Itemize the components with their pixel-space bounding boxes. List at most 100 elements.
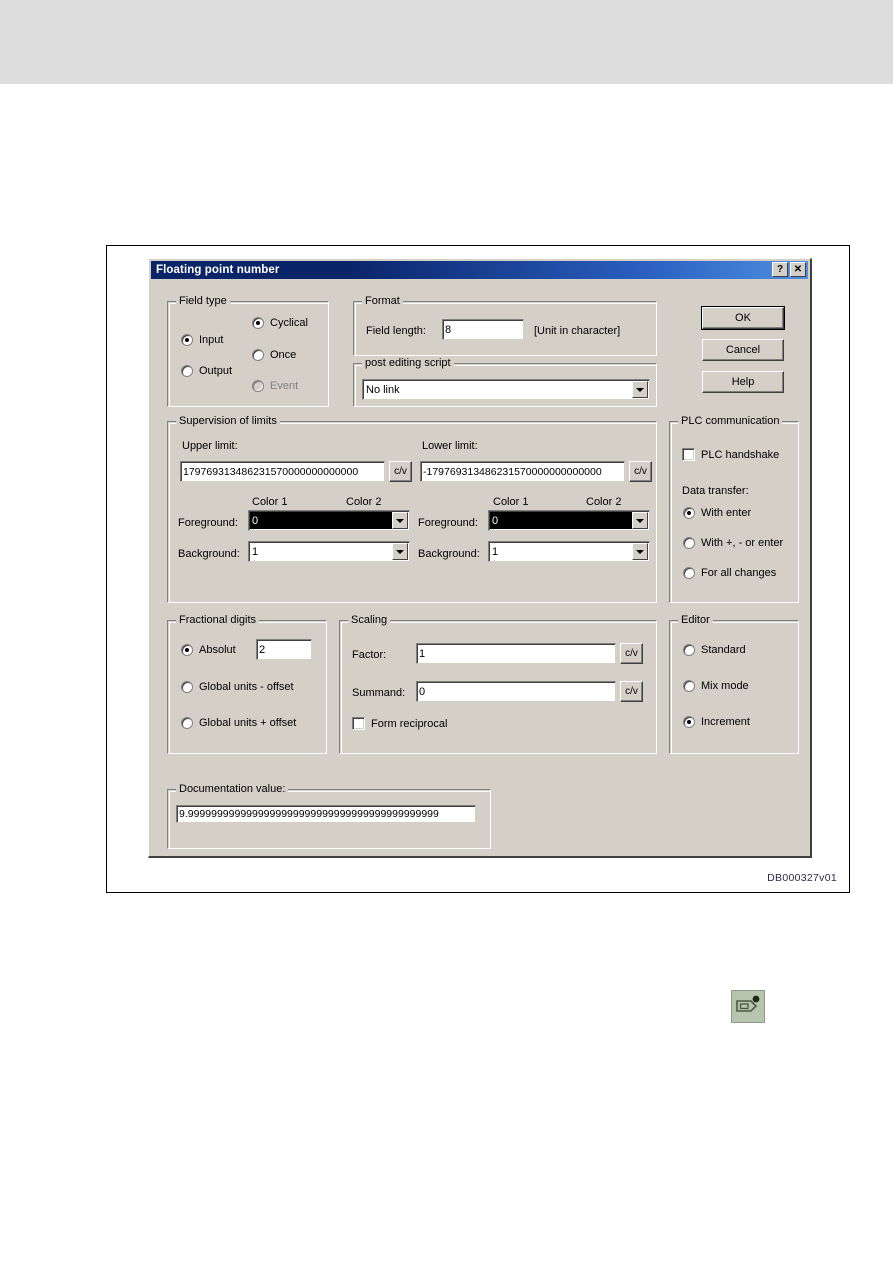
- upper-foreground-combo[interactable]: 0: [248, 510, 410, 531]
- radio-editor-standard[interactable]: Standard: [683, 644, 746, 656]
- format-group-title: Format: [362, 295, 403, 307]
- cancel-button[interactable]: Cancel: [702, 339, 784, 361]
- chevron-down-icon[interactable]: [632, 381, 648, 398]
- editor-group-title: Editor: [678, 614, 713, 626]
- field-length-input[interactable]: 8: [442, 319, 524, 340]
- upper-color1-label: Color 1: [252, 496, 288, 508]
- chevron-down-icon[interactable]: [632, 512, 648, 529]
- radio-indicator: [181, 334, 193, 346]
- radio-indicator: [683, 567, 695, 579]
- lower-color2-label: Color 2: [586, 496, 622, 508]
- radio-field-type-input[interactable]: Input: [181, 334, 223, 346]
- upper-limit-input[interactable]: 179769313486231570000000000000: [180, 461, 385, 482]
- radio-mode-once[interactable]: Once: [252, 349, 296, 361]
- format-group: Format Field length: 8 [Unit in characte…: [353, 295, 657, 356]
- data-transfer-label: Data transfer:: [682, 485, 749, 497]
- editor-group: Editor Standard Mix mode Increment: [669, 614, 799, 754]
- radio-indicator: [181, 644, 193, 656]
- chevron-down-icon[interactable]: [392, 543, 408, 560]
- radio-label: Output: [199, 365, 233, 377]
- radio-mode-cyclical[interactable]: Cyclical: [252, 317, 308, 329]
- floating-point-number-dialog: Floating point number ? ✕ Field type Inp…: [148, 258, 812, 858]
- radio-label: Event: [270, 380, 299, 392]
- radio-editor-mix-mode[interactable]: Mix mode: [683, 680, 749, 692]
- chevron-down-icon[interactable]: [632, 543, 648, 560]
- help-button[interactable]: Help: [702, 371, 784, 393]
- summand-input[interactable]: 0: [416, 681, 616, 702]
- radio-plc-with-plus-minus-or-enter[interactable]: With +, - or enter: [683, 537, 783, 549]
- scaling-group-title: Scaling: [348, 614, 391, 626]
- upper-limit-cv-button[interactable]: c/v: [389, 461, 412, 482]
- lower-foreground-combo[interactable]: 0: [488, 510, 650, 531]
- data-field-icon[interactable]: [731, 990, 765, 1023]
- page-header-band: [0, 0, 893, 84]
- ok-button[interactable]: OK: [701, 306, 785, 330]
- post-editing-script-value: No link: [366, 383, 400, 396]
- checkbox-label: Form reciprocal: [371, 717, 448, 730]
- radio-fractional-absolut[interactable]: Absolut: [181, 644, 236, 656]
- lower-background-combo[interactable]: 1: [488, 541, 650, 562]
- radio-indicator: [252, 349, 264, 361]
- dialog-titlebar[interactable]: Floating point number ? ✕: [151, 261, 808, 279]
- upper-background-combo[interactable]: 1: [248, 541, 410, 562]
- lower-limit-cv-button[interactable]: c/v: [629, 461, 652, 482]
- combo-value: 0: [492, 514, 499, 527]
- radio-label: With enter: [701, 507, 752, 519]
- radio-mode-event: Event: [252, 380, 298, 392]
- post-editing-script-combo[interactable]: No link: [362, 379, 650, 400]
- radio-label: Mix mode: [701, 680, 749, 692]
- radio-fractional-global-units-plus-offset[interactable]: Global units + offset: [181, 717, 296, 729]
- radio-editor-increment[interactable]: Increment: [683, 716, 750, 728]
- radio-indicator: [683, 680, 695, 692]
- dialog-title: Floating point number: [156, 264, 280, 276]
- radio-indicator: [683, 716, 695, 728]
- radio-plc-with-enter[interactable]: With enter: [683, 507, 751, 519]
- documentation-value-group: Documentation value: 9.99999999999999999…: [167, 783, 491, 849]
- upper-background-label: Background:: [178, 548, 240, 560]
- lower-limit-input[interactable]: -179769313486231570000000000000: [420, 461, 625, 482]
- radio-field-type-output[interactable]: Output: [181, 365, 232, 377]
- post-editing-script-group: post editing script No link: [353, 357, 657, 407]
- form-reciprocal-checkbox[interactable]: Form reciprocal: [352, 717, 447, 730]
- radio-label: Global units - offset: [199, 681, 294, 693]
- checkbox-indicator: [352, 717, 365, 730]
- fractional-group-title: Fractional digits: [176, 614, 260, 626]
- page-root: manualshive.com Floating point number ? …: [0, 0, 893, 1263]
- scaling-group: Scaling Factor: 1 c/v Summand: 0 c/v For…: [339, 614, 657, 754]
- chevron-down-icon[interactable]: [392, 512, 408, 529]
- figure-caption: DB000327v01: [767, 872, 837, 884]
- radio-label: Once: [270, 349, 297, 361]
- factor-cv-button[interactable]: c/v: [620, 643, 643, 664]
- radio-indicator: [683, 644, 695, 656]
- post-editing-script-title: post editing script: [362, 357, 454, 369]
- help-icon[interactable]: ?: [772, 262, 788, 277]
- close-icon[interactable]: ✕: [790, 262, 806, 277]
- titlebar-button-group: ? ✕: [772, 262, 806, 277]
- figure-frame: Floating point number ? ✕ Field type Inp…: [106, 245, 850, 893]
- radio-label: Standard: [701, 644, 746, 656]
- lower-foreground-label: Foreground:: [418, 517, 478, 529]
- summand-cv-button[interactable]: c/v: [620, 681, 643, 702]
- supervision-group-title: Supervision of limits: [176, 415, 280, 427]
- factor-input[interactable]: 1: [416, 643, 616, 664]
- upper-limit-label: Upper limit:: [182, 440, 238, 452]
- upper-color2-label: Color 2: [346, 496, 382, 508]
- radio-indicator: [181, 365, 193, 377]
- fractional-absolut-input[interactable]: 2: [256, 639, 312, 660]
- radio-label: Absolut: [199, 644, 236, 656]
- radio-label: Global units + offset: [199, 717, 297, 729]
- radio-indicator: [252, 380, 264, 392]
- radio-indicator: [252, 317, 264, 329]
- radio-fractional-global-units-minus-offset[interactable]: Global units - offset: [181, 681, 294, 693]
- combo-value: 1: [252, 545, 259, 558]
- summand-label: Summand:: [352, 687, 406, 699]
- plc-handshake-checkbox[interactable]: PLC handshake: [682, 448, 779, 461]
- documentation-value-input[interactable]: 9.99999999999999999999999999999999999999…: [176, 805, 476, 823]
- radio-label: Cyclical: [270, 317, 308, 329]
- radio-plc-for-all-changes[interactable]: For all changes: [683, 567, 776, 579]
- combo-value: 1: [492, 545, 499, 558]
- documentation-group-title: Documentation value:: [176, 783, 289, 795]
- factor-label: Factor:: [352, 649, 387, 661]
- radio-label: Input: [199, 334, 224, 346]
- lower-limit-label: Lower limit:: [422, 440, 478, 452]
